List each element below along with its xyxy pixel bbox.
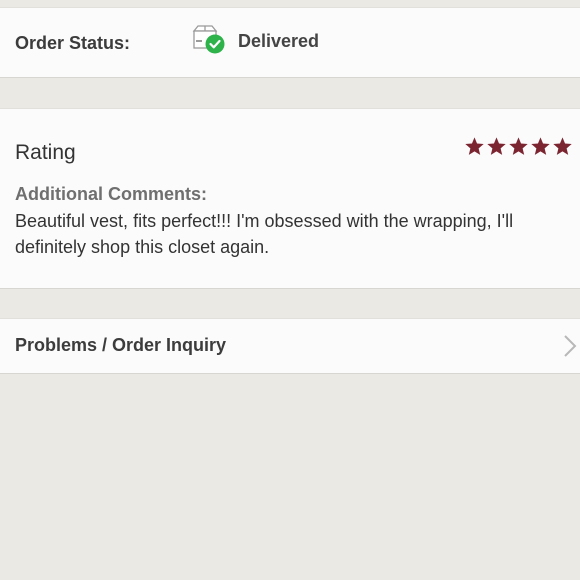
star-icon xyxy=(531,137,550,155)
star-rating xyxy=(464,136,573,157)
order-inquiry-label: Problems / Order Inquiry xyxy=(15,335,227,355)
order-details-page: Order Status: Delivered Rating Additiona… xyxy=(0,0,580,580)
box-delivered-icon xyxy=(192,25,228,55)
chevron-right-icon xyxy=(563,334,577,358)
rating-title: Rating xyxy=(15,141,76,164)
star-icon xyxy=(553,137,572,155)
additional-comments-label: Additional Comments: xyxy=(15,184,207,204)
additional-comments-text: Beautiful vest, fits perfect!!! I'm obse… xyxy=(15,211,514,257)
star-icon xyxy=(465,137,484,155)
order-status-label: Order Status: xyxy=(15,33,131,53)
order-inquiry-row[interactable]: Problems / Order Inquiry xyxy=(0,318,580,374)
order-status-card: Order Status: Delivered xyxy=(0,7,580,78)
star-icon xyxy=(487,137,506,155)
star-icon xyxy=(509,137,528,155)
order-status-value: Delivered xyxy=(238,31,320,51)
rating-card: Rating Additional Comments: Beautiful ve… xyxy=(0,108,580,289)
